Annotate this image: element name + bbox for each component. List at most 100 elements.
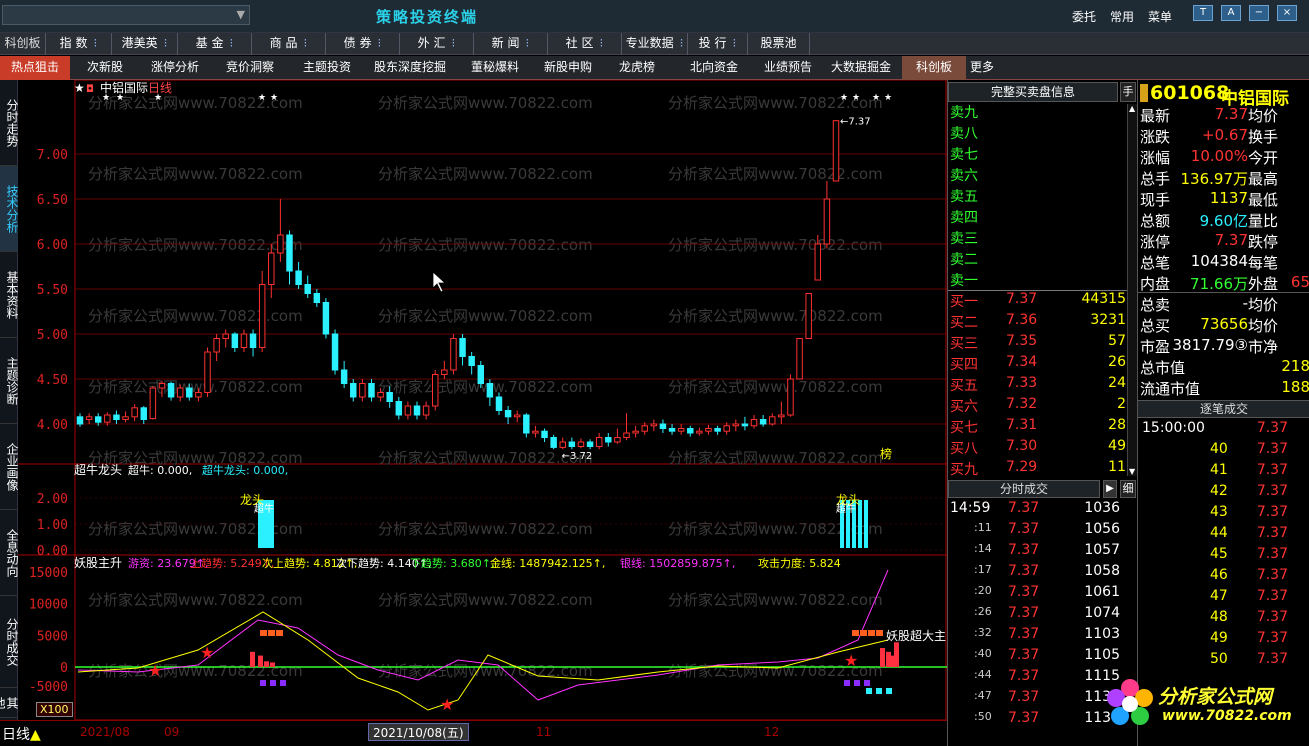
main-menu-item[interactable]: 债 券 ⁝ — [326, 33, 400, 55]
sub-menu-item[interactable]: 业绩预告 — [756, 56, 820, 80]
address-dropdown[interactable]: ▼ — [2, 5, 250, 25]
sell-level-row[interactable]: 卖四 — [950, 207, 1126, 228]
sell-level-row[interactable]: 卖七 — [950, 144, 1126, 165]
triangle-right-icon[interactable]: ▶ — [1103, 480, 1117, 498]
buy-level-row[interactable]: 买八 7.30 49 — [950, 438, 1126, 459]
chevron-down-icon[interactable]: ▼ — [237, 8, 245, 21]
sub-menu-item[interactable]: 主题投资 — [290, 56, 364, 80]
sell-level-row[interactable]: 卖五 — [950, 186, 1126, 207]
main-menu-item[interactable]: 港美英 ⁝ — [112, 33, 178, 55]
left-tab[interactable]: 技术分析 — [0, 166, 19, 252]
watermark-text: 分析家公式网www.70822.com — [668, 449, 883, 467]
font-t-icon[interactable]: T — [1193, 5, 1213, 21]
left-tab[interactable]: 分时成交 — [0, 596, 19, 688]
sub-menu-item[interactable]: 新股申购 — [534, 56, 602, 80]
left-tab[interactable]: 其他 — [0, 688, 19, 718]
sub-menu-item[interactable]: 次新股 — [70, 56, 140, 80]
candle-body — [477, 365, 485, 384]
quote-label-right: 量比 — [1248, 212, 1279, 230]
sub-menu-item[interactable]: 董秘爆料 — [456, 56, 534, 80]
quote-label-right: 每笔 — [1248, 254, 1279, 272]
sell-level-label: 卖四 — [950, 210, 978, 226]
quote-row: 涨幅 10.00% 今开 — [1140, 147, 1308, 168]
sell-level-row[interactable]: 卖三 — [950, 228, 1126, 249]
trade-time: :50 — [974, 710, 992, 723]
sell-level-row[interactable]: 卖二 — [950, 249, 1126, 270]
left-tab[interactable]: 企业画像 — [0, 424, 19, 510]
quote-value: 1137 — [1209, 189, 1248, 207]
main-menu-item[interactable]: 投 行 ⁝ — [688, 33, 748, 55]
scroll-down-icon[interactable]: ▼ — [1129, 467, 1135, 476]
sub-menu-item[interactable]: 涨停分析 — [140, 56, 210, 80]
tick-row: 43 7.37 — [1142, 504, 1306, 525]
sub-menu-item[interactable]: 北向资金 — [672, 56, 756, 80]
sub-menu-item[interactable]: 股东深度挖掘 — [364, 56, 456, 80]
close-icon[interactable]: × — [1277, 5, 1297, 21]
sub-menu-item[interactable]: 热点狙击 — [0, 56, 70, 80]
buy-level-row[interactable]: 买六 7.32 2 — [950, 396, 1126, 417]
sub-menu-item[interactable]: 更多 — [966, 56, 998, 80]
buy-level-row[interactable]: 买二 7.36 3231 — [950, 312, 1126, 333]
quote-label: 流通市值 — [1140, 380, 1201, 398]
buy-level-row[interactable]: 买七 7.31 28 — [950, 417, 1126, 438]
sell-level-row[interactable]: 卖九 — [950, 102, 1126, 123]
trade-price: 7.37 — [1008, 584, 1040, 600]
left-tab[interactable]: 全息动向 — [0, 510, 19, 596]
ind2-marker — [866, 688, 872, 694]
candle-body — [605, 437, 612, 443]
minimize-icon[interactable]: − — [1249, 5, 1269, 21]
triangle-up-icon: ▲ — [30, 727, 41, 743]
buy-level-row[interactable]: 买五 7.33 24 — [950, 375, 1126, 396]
buy-level-row[interactable]: 买四 7.34 26 — [950, 354, 1126, 375]
menu-main[interactable]: 菜单 — [1148, 8, 1172, 25]
left-tab[interactable]: 分时走势 — [0, 80, 19, 166]
sub-menu-item[interactable]: 大数据掘金 — [820, 56, 902, 80]
tick-title[interactable]: 逐笔成交 — [1138, 400, 1309, 418]
main-menu-item[interactable]: 社 区 ⁝ — [548, 33, 622, 55]
buy-level-row[interactable]: 买三 7.35 57 — [950, 333, 1126, 354]
kline-chart[interactable]: 分析家公式网www.70822.com 分析家公式网www.70822.com 分析… — [18, 80, 947, 720]
candle-body — [705, 428, 712, 432]
menu-common[interactable]: 常用 — [1110, 8, 1134, 25]
trade-price: 7.37 — [1008, 521, 1040, 537]
detail-toggle[interactable]: 细 — [1120, 480, 1136, 498]
left-tab[interactable]: 主题诊断 — [0, 338, 19, 424]
stock-flag-icon — [1140, 84, 1148, 102]
main-menu-item[interactable]: 外 汇 ⁝ — [400, 33, 474, 55]
scale-x100-button[interactable]: X100 — [36, 702, 73, 717]
main-menu-item[interactable]: 科创板 — [0, 33, 46, 55]
candle-body — [650, 423, 658, 427]
main-menu-item[interactable]: 基 金 ⁝ — [178, 33, 252, 55]
font-a-icon[interactable]: A — [1221, 5, 1241, 21]
order-book-scrollbar[interactable]: ▲ ▼ — [1127, 104, 1137, 476]
main-menu-item[interactable]: 商 品 ⁝ — [252, 33, 326, 55]
scroll-up-icon[interactable]: ▲ — [1129, 104, 1135, 113]
buy-level-row[interactable]: 买一 7.37 44315 — [950, 291, 1126, 312]
candle-body — [240, 333, 248, 348]
left-tab[interactable]: 基本资料 — [0, 252, 19, 338]
sub-menu-item[interactable]: 竞价洞察 — [210, 56, 290, 80]
main-menu-item[interactable]: 新 闻 ⁝ — [474, 33, 548, 55]
main-menu-item[interactable]: 指 数 ⁝ — [46, 33, 112, 55]
order-book-title[interactable]: 完整买卖盘信息 — [948, 82, 1118, 102]
time-sales-title[interactable]: 分时成交 — [948, 480, 1100, 498]
sell-level-row[interactable]: 卖八 — [950, 123, 1126, 144]
tick-volume: 46 — [1210, 567, 1228, 583]
main-menu-item[interactable]: 专业数据 ⁝ — [622, 33, 688, 55]
tick-volume: 50 — [1210, 651, 1228, 667]
quote-value: 7.37 — [1214, 231, 1248, 249]
candle-body — [468, 356, 475, 366]
trade-price: 7.37 — [1008, 626, 1040, 642]
sub-menu-item[interactable]: 龙虎榜 — [602, 56, 672, 80]
main-menu-item[interactable]: 股票池 — [748, 33, 810, 55]
sub-menu-item[interactable]: 科创板 — [902, 56, 966, 80]
period-selector[interactable]: 日线▲ — [2, 724, 41, 744]
tick-row: 45 7.37 — [1142, 546, 1306, 567]
sell-level-row[interactable]: 卖六 — [950, 165, 1126, 186]
unit-toggle[interactable]: 手 — [1120, 82, 1136, 102]
sell-level-row[interactable]: 卖一 — [950, 270, 1126, 291]
buy-level-row[interactable]: 买九 7.29 11 — [950, 459, 1126, 480]
candle-body — [550, 437, 557, 448]
menu-trade[interactable]: 委托 — [1072, 8, 1096, 25]
main-menu-label: 基 金 — [195, 36, 224, 50]
